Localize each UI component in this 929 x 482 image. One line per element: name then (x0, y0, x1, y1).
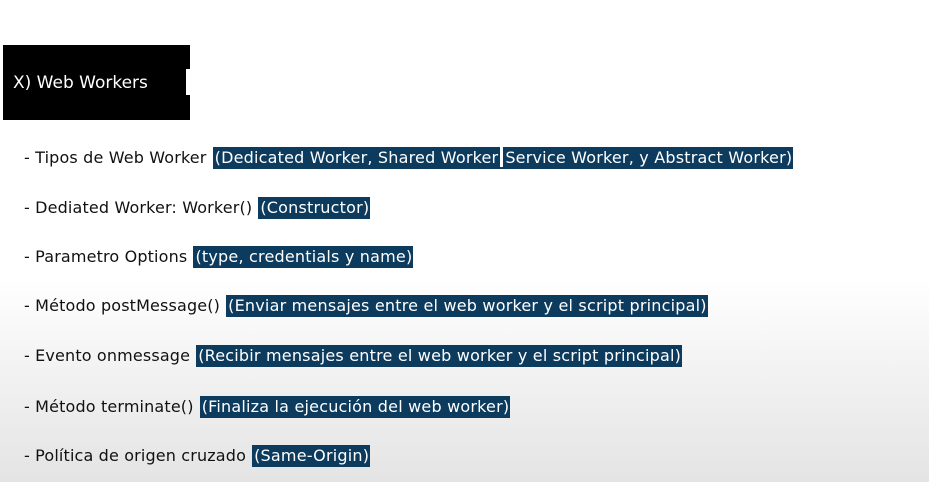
bullet-lead: - Método terminate() (24, 397, 194, 416)
bullet-highlight: (type, credentials y name) (193, 246, 414, 268)
section-title: X) Web Workers (13, 73, 148, 93)
bullet-lead: - Parametro Options (24, 247, 188, 266)
bullet-highlight: (Dedicated Worker, Shared Worker Service … (212, 147, 794, 169)
highlight-text-part2: Service Worker, y Abstract Worker) (505, 148, 793, 167)
bullet-highlight: (Same-Origin) (252, 445, 371, 467)
bullet-item: - Método terminate() (Finaliza la ejecuc… (24, 396, 511, 418)
bullet-lead: - Método postMessage() (24, 296, 221, 315)
bullet-highlight: (Recibir mensajes entre el web worker y … (196, 345, 683, 367)
bullet-lead: - Evento onmessage (24, 346, 191, 365)
slide: { "title": "X) Web Workers", "bullets": … (0, 0, 929, 482)
bullet-item: - Dediated Worker: Worker() (Constructor… (24, 197, 371, 219)
bullet-item: - Política de origen cruzado (Same-Origi… (24, 445, 371, 467)
bullet-lead: - Dediated Worker: Worker() (24, 198, 253, 217)
bullet-item: - Parametro Options (type, credentials y… (24, 246, 414, 268)
highlight-text-part1: (Dedicated Worker, Shared Worker (214, 148, 499, 167)
bullet-highlight: (Enviar mensajes entre el web worker y e… (226, 295, 708, 317)
bullet-item: - Método postMessage() (Enviar mensajes … (24, 295, 708, 317)
bullet-item: - Tipos de Web Worker (Dedicated Worker,… (24, 147, 794, 169)
bullet-highlight: (Finaliza la ejecución del web worker) (199, 396, 511, 418)
highlight-gap (500, 147, 504, 167)
bullet-lead: - Política de origen cruzado (24, 446, 247, 465)
section-title-box: X) Web Workers (3, 45, 190, 120)
bullet-highlight: (Constructor) (258, 197, 371, 219)
bullet-lead: - Tipos de Web Worker (24, 148, 207, 167)
bullet-item: - Evento onmessage (Recibir mensajes ent… (24, 345, 683, 367)
